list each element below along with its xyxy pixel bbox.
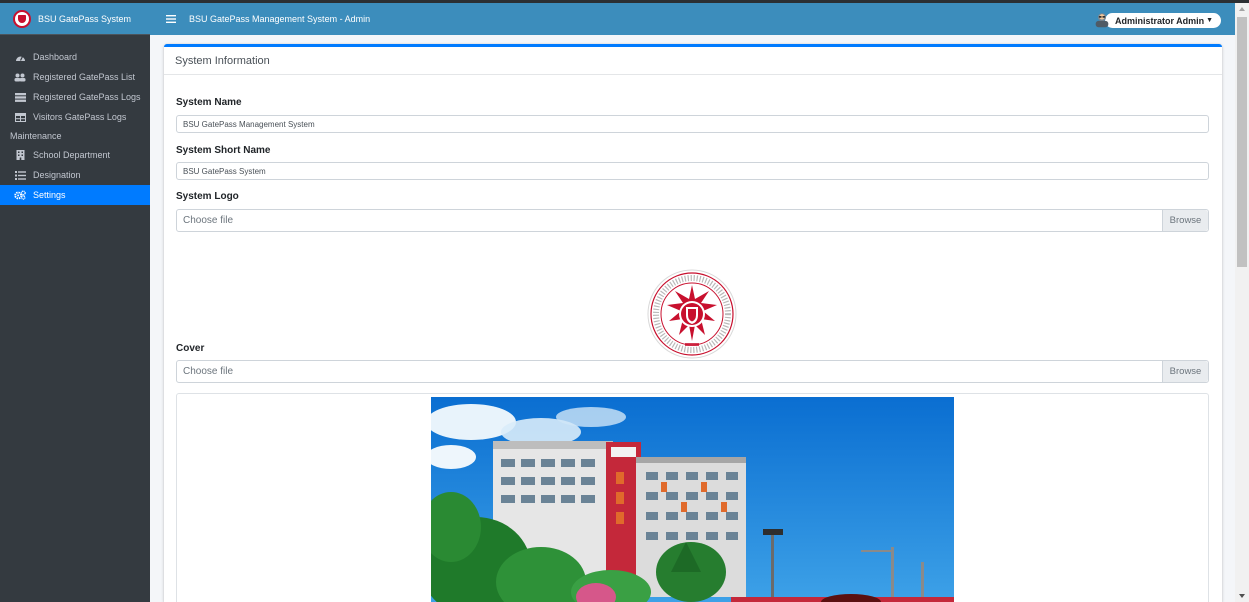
- page-scrollbar[interactable]: [1235, 3, 1249, 602]
- file-placeholder: Choose file: [183, 215, 234, 226]
- brand-link[interactable]: BSU GatePass System: [0, 3, 150, 35]
- file-placeholder: Choose file: [183, 366, 234, 377]
- sidebar-nav: Dashboard Registered GatePass List Regis…: [0, 35, 150, 205]
- scroll-down-icon[interactable]: [1239, 594, 1245, 598]
- system-logo-label: System Logo: [176, 191, 239, 202]
- tachometer-icon: [14, 52, 26, 62]
- cover-file-input[interactable]: Choose file Browse: [176, 360, 1209, 383]
- user-menu-dropdown[interactable]: Administrator Admin ▼: [1095, 12, 1221, 28]
- system-name-input[interactable]: BSU GatePass Management System: [176, 115, 1209, 133]
- sidebar-item-label: Designation: [33, 170, 81, 180]
- system-logo-file-input[interactable]: Choose file Browse: [176, 209, 1209, 232]
- short-name-input[interactable]: BSU GatePass System: [176, 162, 1209, 180]
- caret-down-icon: ▼: [1206, 17, 1214, 24]
- scrollbar-thumb[interactable]: [1237, 17, 1247, 267]
- header-title: BSU GatePass Management System - Admin: [189, 14, 371, 24]
- building-icon: [14, 150, 26, 160]
- grid-table-icon: [14, 112, 26, 122]
- list-icon: [14, 170, 26, 180]
- sidebar-section-header: Maintenance: [10, 131, 62, 141]
- sidebar-item-label: Registered GatePass Logs: [33, 92, 141, 102]
- sidebar-item-settings[interactable]: Settings: [0, 185, 150, 205]
- cover-browse-button[interactable]: Browse: [1162, 361, 1208, 382]
- campus-building-photo: [431, 397, 954, 602]
- sidebar: BSU GatePass System Dashboard Registered…: [0, 3, 150, 602]
- brand-logo-icon: [13, 9, 31, 28]
- sidebar-item-dashboard[interactable]: Dashboard: [0, 47, 150, 67]
- users-icon: [14, 72, 26, 82]
- sidebar-item-label: Registered GatePass List: [33, 72, 136, 82]
- sidebar-item-school-department[interactable]: School Department: [0, 145, 150, 165]
- top-navbar: BSU GatePass Management System - Admin A…: [150, 3, 1235, 35]
- sidebar-item-registered-list[interactable]: Registered GatePass List: [0, 67, 150, 87]
- university-seal-image: [647, 269, 737, 359]
- table-rows-icon: [14, 92, 26, 102]
- scroll-up-icon[interactable]: [1239, 7, 1245, 11]
- sidebar-item-label: Visitors GatePass Logs: [33, 112, 127, 122]
- hamburger-menu-icon[interactable]: [166, 12, 182, 26]
- cover-preview-frame: [176, 393, 1209, 602]
- sidebar-item-registered-logs[interactable]: Registered GatePass Logs: [0, 87, 150, 107]
- brand-name: BSU GatePass System: [38, 13, 132, 24]
- sidebar-item-visitors-logs[interactable]: Visitors GatePass Logs: [0, 107, 150, 127]
- logo-browse-button[interactable]: Browse: [1162, 210, 1208, 231]
- sidebar-item-label: Settings: [33, 190, 66, 200]
- short-name-label: System Short Name: [176, 145, 271, 156]
- user-avatar-icon: [1093, 12, 1111, 27]
- sidebar-item-label: Dashboard: [33, 52, 78, 62]
- card-title: System Information: [164, 47, 1222, 75]
- system-name-label: System Name: [176, 97, 242, 108]
- cover-label: Cover: [176, 343, 205, 354]
- cogs-icon: [14, 190, 26, 200]
- sidebar-item-label: School Department: [33, 150, 111, 160]
- user-name: Administrator Admin: [1115, 15, 1205, 26]
- system-info-card: System Information System Name BSU GateP…: [164, 44, 1222, 602]
- sidebar-item-designation[interactable]: Designation: [0, 165, 150, 185]
